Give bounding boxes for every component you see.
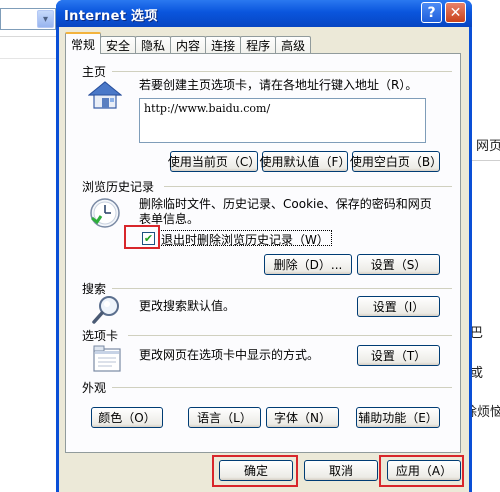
use-default-button[interactable]: 使用默认值（F） — [260, 151, 350, 172]
homepage-url-textarea[interactable]: http://www.baidu.com/ — [139, 98, 426, 143]
title-bar[interactable]: Internet 选项 ? ✕ — [56, 0, 472, 27]
search-description: 更改搜索默认值。 — [139, 299, 236, 313]
languages-button[interactable]: 语言（L） — [188, 407, 261, 428]
homepage-section-label: 主页 — [82, 65, 107, 79]
magnifier-icon — [92, 296, 119, 324]
tab-general[interactable]: 常规 — [65, 32, 102, 54]
section-divider — [128, 335, 452, 336]
highlight-ok-box — [212, 455, 298, 487]
tab-advanced[interactable]: 高级 — [275, 36, 312, 54]
search-settings-button[interactable]: 设置（I） — [357, 296, 440, 317]
background-combo-box[interactable]: ▾ — [0, 8, 56, 30]
colors-button[interactable]: 颜色（O） — [91, 407, 163, 428]
section-divider — [164, 186, 452, 187]
tabs-description: 更改网页在选项卡中显示的方式。 — [139, 348, 320, 362]
history-section-label: 浏览历史记录 — [82, 180, 155, 194]
tab-strip: 常规 安全 隐私 内容 连接 程序 高级 — [65, 32, 312, 54]
homepage-description: 若要创建主页选项卡，请在各地址行键入地址（R）。 — [139, 78, 418, 92]
tabs-settings-button[interactable]: 设置（T） — [357, 345, 440, 366]
highlight-checkbox-box — [124, 225, 160, 249]
appearance-section-label: 外观 — [82, 381, 107, 395]
help-button[interactable]: ? — [421, 2, 442, 23]
internet-options-dialog: Internet 选项 ? ✕ 常规 安全 隐私 内容 连接 程序 高级 主页 — [56, 0, 472, 492]
close-button[interactable]: ✕ — [445, 2, 466, 23]
dialog-title: Internet 选项 — [64, 9, 158, 24]
house-icon — [88, 81, 122, 109]
tab-connections[interactable]: 连接 — [205, 36, 242, 54]
tab-window-icon — [93, 345, 121, 372]
combo-dropdown-arrow-icon[interactable]: ▾ — [37, 10, 54, 28]
history-description-line1: 删除临时文件、历史记录、Cookie、保存的密码和网页 — [139, 197, 432, 211]
background-divider — [0, 36, 56, 37]
tab-privacy[interactable]: 隐私 — [135, 36, 172, 54]
section-divider — [112, 387, 452, 388]
delete-history-button[interactable]: 删除（D）... — [264, 254, 352, 275]
tabs-section-label: 选项卡 — [82, 329, 119, 343]
tab-security[interactable]: 安全 — [100, 36, 137, 54]
background-divider — [0, 58, 56, 59]
tab-content[interactable]: 内容 — [170, 36, 207, 54]
section-divider — [112, 288, 452, 289]
cancel-button[interactable]: 取消 — [304, 460, 378, 481]
background-text: 网页 — [476, 139, 500, 154]
history-settings-button[interactable]: 设置（S） — [357, 254, 440, 275]
general-tab-panel: 主页 若要创建主页选项卡，请在各地址行键入地址（R）。 http://www.b… — [65, 53, 461, 453]
fonts-button[interactable]: 字体（N） — [266, 407, 339, 428]
use-blank-button[interactable]: 使用空白页（B） — [350, 151, 442, 172]
accessibility-button[interactable]: 辅助功能（E） — [356, 407, 440, 428]
section-divider — [112, 71, 452, 72]
history-clock-icon — [90, 198, 120, 228]
use-current-button[interactable]: 使用当前页（C） — [168, 151, 260, 172]
highlight-apply-box — [379, 455, 464, 487]
tab-programs[interactable]: 程序 — [240, 36, 277, 54]
delete-on-exit-label[interactable]: 退出时删除浏览历史记录（W） — [158, 230, 332, 247]
dialog-client-area: 常规 安全 隐私 内容 连接 程序 高级 主页 若要创建主页选项卡，请在各地址行… — [59, 27, 469, 492]
background-divider — [470, 160, 500, 161]
